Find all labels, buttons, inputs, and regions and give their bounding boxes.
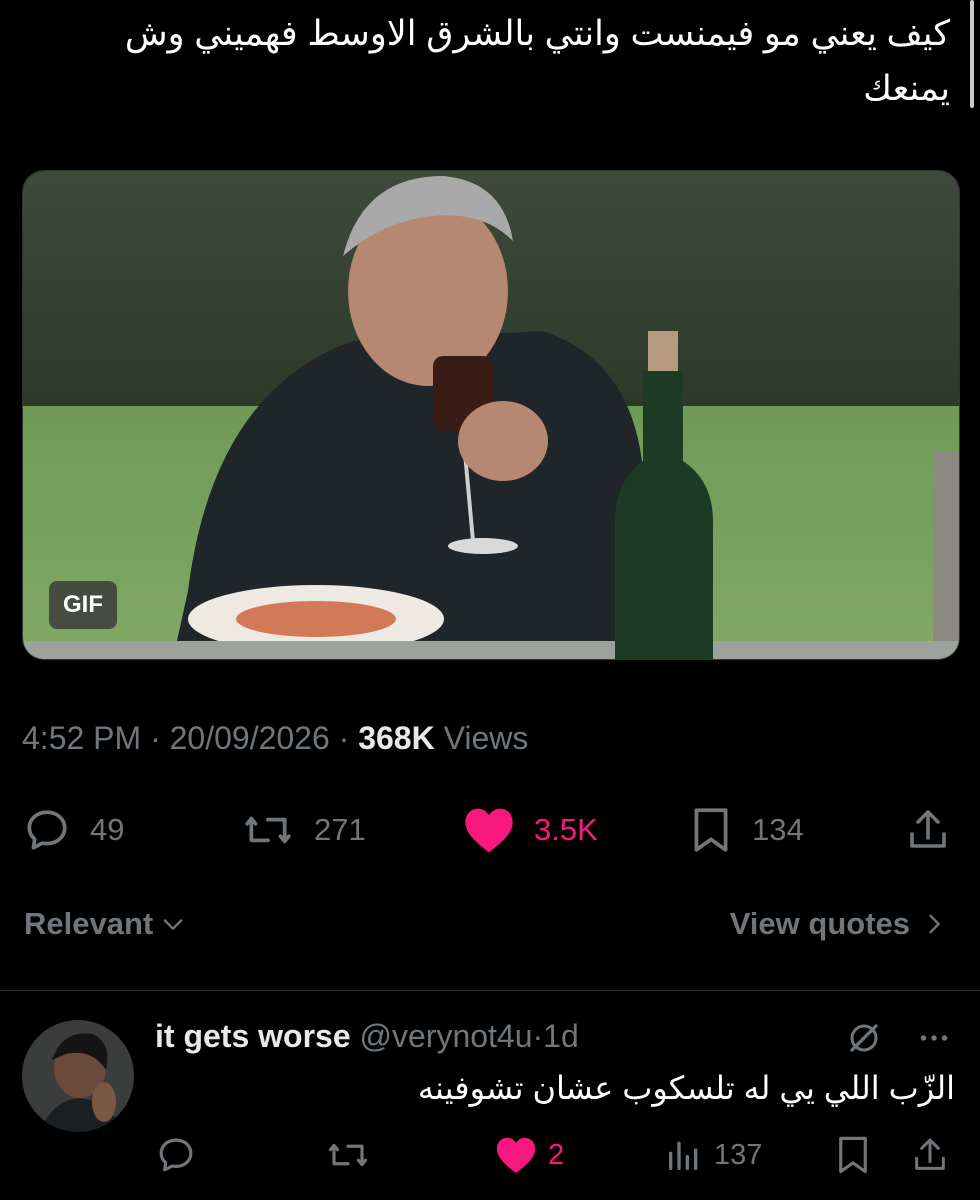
like-count: 3.5K	[534, 812, 598, 847]
reply-bookmark-button[interactable]	[834, 1125, 872, 1185]
avatar-image	[22, 1020, 134, 1132]
repost-icon	[245, 816, 291, 844]
scrollbar[interactable]	[970, 0, 974, 108]
bookmark-icon	[839, 1136, 867, 1174]
reply-sort-dropdown[interactable]: Relevant	[24, 906, 187, 942]
reply-share-button[interactable]	[910, 1125, 950, 1185]
reply-button[interactable]: 49	[22, 800, 124, 860]
reply-author-name[interactable]: it gets worse	[155, 1018, 351, 1054]
views-label: Views	[443, 720, 529, 756]
share-icon	[910, 810, 946, 848]
chevron-down-icon	[163, 919, 183, 930]
sort-label: Relevant	[24, 906, 154, 941]
meta-separator: ·	[338, 720, 350, 756]
chevron-right-icon	[929, 914, 940, 934]
reply-age[interactable]: 1d	[543, 1018, 579, 1054]
bookmark-button[interactable]: 134	[688, 800, 804, 860]
reply-like-button[interactable]: 2	[494, 1125, 564, 1185]
reply-views-count: 137	[714, 1138, 763, 1171]
tweet-time[interactable]: 4:52 PM	[22, 720, 141, 756]
reply-header-icons	[846, 1020, 952, 1056]
avatar[interactable]	[22, 1020, 134, 1132]
repost-count: 271	[314, 812, 366, 847]
reply-like-count: 2	[548, 1138, 565, 1171]
share-icon	[915, 1138, 945, 1170]
reply-repost-button[interactable]	[325, 1125, 371, 1185]
bookmark-count: 134	[752, 812, 804, 847]
share-button[interactable]	[904, 800, 952, 860]
reply-icon	[27, 810, 67, 850]
reply-count: 49	[90, 812, 125, 847]
tweet-media-gif[interactable]: GIF	[22, 170, 960, 660]
views-count: 368K	[358, 720, 435, 756]
meta-separator: ·	[150, 720, 161, 756]
divider	[0, 990, 980, 991]
reply-views-button[interactable]: 137	[664, 1125, 762, 1185]
repost-button[interactable]: 271	[240, 800, 366, 860]
tweet-meta: 4:52 PM · 20/09/2026 · 368K Views	[22, 720, 528, 757]
reply-header: it gets worse @verynot4u·1d	[155, 1018, 579, 1055]
reply-actions: 2 137	[0, 1125, 980, 1185]
gif-badge: GIF	[49, 581, 117, 629]
reply-author-handle[interactable]: @verynot4u	[360, 1018, 533, 1054]
repost-icon	[328, 1143, 368, 1167]
tweet-text: كيف يعني مو فيمنست وانتي بالشرق الاوسط ف…	[124, 14, 950, 108]
bookmark-icon	[694, 808, 728, 852]
reply-text: الزّب اللي يي له تلسكوب عشان تشوفينه	[417, 1070, 955, 1106]
heart-filled-icon	[496, 1137, 536, 1174]
reply-icon	[159, 1138, 193, 1172]
view-quotes-label: View quotes	[729, 906, 910, 941]
heart-filled-icon	[465, 808, 513, 853]
like-button[interactable]: 3.5K	[462, 800, 598, 860]
view-quotes-link[interactable]: View quotes	[730, 906, 948, 942]
gif-image	[23, 171, 959, 659]
more-options-icon[interactable]	[916, 1020, 952, 1056]
tweet-date[interactable]: 20/09/2026	[170, 720, 330, 756]
analytics-icon	[669, 1141, 698, 1170]
tweet-actions: 49 271 3.5K 134	[0, 800, 980, 860]
grok-icon[interactable]	[846, 1020, 882, 1056]
reply-tweet[interactable]: it gets worse @verynot4u·1d الزّب اللي ي…	[0, 1000, 980, 1200]
meta-separator: ·	[532, 1018, 544, 1054]
reply-reply-button[interactable]	[155, 1125, 197, 1185]
